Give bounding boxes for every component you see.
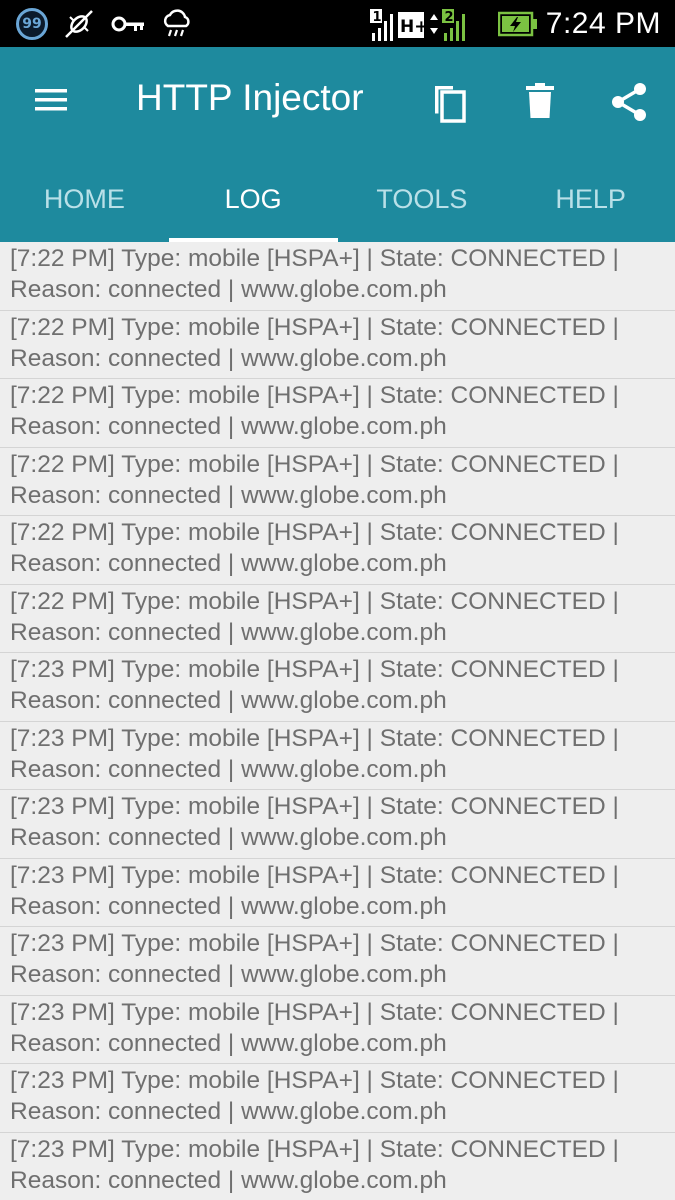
delete-button[interactable] [515, 77, 565, 127]
share-icon [612, 83, 646, 121]
log-line: Reason: connected | www.globe.com.ph [10, 481, 447, 509]
log-line: Reason: connected | www.globe.com.ph [10, 1166, 447, 1194]
log-line: Reason: connected | www.globe.com.ph [10, 824, 447, 851]
tab-bar: HOME LOG TOOLS HELP [0, 157, 675, 242]
tab-log[interactable]: LOG [168, 157, 338, 242]
svg-text:2: 2 [444, 10, 453, 25]
log-line: [7:23 PM] Type: mobile [HSPA+] | State: … [10, 724, 619, 752]
list-item: [7:23 PM] Type: mobile [HSPA+] | State: … [0, 1133, 675, 1200]
list-item: [7:23 PM] Type: mobile [HSPA+] | State: … [0, 653, 675, 722]
log-line: Reason: connected | www.globe.com.ph [10, 755, 447, 783]
menu-button[interactable] [30, 83, 74, 119]
list-item: [7:23 PM] Type: mobile [HSPA+] | State: … [0, 927, 675, 996]
log-line: Reason: connected | www.globe.com.ph [10, 961, 447, 988]
share-button[interactable] [605, 77, 655, 127]
copy-icon [435, 86, 466, 123]
log-line: [7:23 PM] Type: mobile [HSPA+] | State: … [10, 656, 619, 683]
log-line: [7:22 PM] Type: mobile [HSPA+] | State: … [10, 382, 619, 409]
log-line: [7:23 PM] Type: mobile [HSPA+] | State: … [10, 793, 619, 820]
log-line: Reason: connected | www.globe.com.ph [10, 687, 447, 714]
log-line: [7:22 PM] Type: mobile [HSPA+] | State: … [10, 245, 619, 272]
log-line: [7:23 PM] Type: mobile [HSPA+] | State: … [10, 930, 619, 957]
badge-icon: 99 [16, 7, 48, 40]
log-line: Reason: connected | www.globe.com.ph [10, 618, 447, 646]
key-icon [110, 12, 146, 36]
tab-home[interactable]: HOME [0, 157, 169, 242]
tab-tools[interactable]: TOOLS [338, 157, 507, 242]
status-bar: 99 1 H+ 2 7:24 PM [0, 0, 675, 47]
app-bar: HTTP Injector HOME LOG TOOLS HELP [0, 47, 675, 242]
log-line: Reason: connected | www.globe.com.ph [10, 344, 447, 372]
list-item: [7:23 PM] Type: mobile [HSPA+] | State: … [0, 790, 675, 859]
log-line: Reason: connected | www.globe.com.ph [10, 276, 447, 303]
list-item: [7:22 PM] Type: mobile [HSPA+] | State: … [0, 379, 675, 448]
hamburger-icon [35, 89, 67, 111]
log-line: [7:23 PM] Type: mobile [HSPA+] | State: … [10, 1135, 619, 1163]
battery-icon [497, 10, 538, 38]
log-line: [7:22 PM] Type: mobile [HSPA+] | State: … [10, 450, 619, 478]
svg-text:1: 1 [372, 10, 381, 25]
log-line: [7:22 PM] Type: mobile [HSPA+] | State: … [10, 519, 619, 546]
tab-help[interactable]: HELP [506, 157, 675, 242]
toolbar: HTTP Injector [0, 47, 675, 157]
log-line: [7:23 PM] Type: mobile [HSPA+] | State: … [10, 861, 619, 889]
list-item: [7:23 PM] Type: mobile [HSPA+] | State: … [0, 996, 675, 1064]
debug-icon [62, 7, 96, 41]
log-line: Reason: connected | www.globe.com.ph [10, 1029, 447, 1057]
log-line: [7:22 PM] Type: mobile [HSPA+] | State: … [10, 587, 619, 615]
app-title: HTTP Injector [136, 77, 364, 118]
clock: 7:24 PM [545, 6, 661, 40]
log-line: [7:23 PM] Type: mobile [HSPA+] | State: … [10, 998, 619, 1026]
system-icons: 1 H+ 2 7:24 PM [369, 6, 675, 42]
delete-icon [526, 83, 554, 118]
copy-button[interactable] [424, 77, 474, 127]
list-item: [7:22 PM] Type: mobile [HSPA+] | State: … [0, 585, 675, 653]
log-line: Reason: connected | www.globe.com.ph [10, 550, 447, 577]
list-item: [7:23 PM] Type: mobile [HSPA+] | State: … [0, 722, 675, 790]
list-item: [7:23 PM] Type: mobile [HSPA+] | State: … [0, 1064, 675, 1133]
log-line: Reason: connected | www.globe.com.ph [10, 1098, 447, 1125]
signal-icon: 1 H+ 2 [369, 6, 490, 42]
svg-text:H+: H+ [400, 17, 428, 37]
list-item: [7:22 PM] Type: mobile [HSPA+] | State: … [0, 242, 675, 311]
notification-icons: 99 [0, 7, 194, 41]
log-line: [7:22 PM] Type: mobile [HSPA+] | State: … [10, 313, 619, 341]
list-item: [7:22 PM] Type: mobile [HSPA+] | State: … [0, 311, 675, 379]
weather-icon [160, 8, 194, 40]
log-line: [7:23 PM] Type: mobile [HSPA+] | State: … [10, 1067, 619, 1094]
log-line: Reason: connected | www.globe.com.ph [10, 413, 447, 440]
log-list[interactable]: [7:22 PM] Type: mobile [HSPA+] | State: … [0, 242, 675, 1200]
list-item: [7:22 PM] Type: mobile [HSPA+] | State: … [0, 448, 675, 516]
list-item: [7:23 PM] Type: mobile [HSPA+] | State: … [0, 859, 675, 927]
list-item: [7:22 PM] Type: mobile [HSPA+] | State: … [0, 516, 675, 585]
log-line: Reason: connected | www.globe.com.ph [10, 892, 447, 920]
